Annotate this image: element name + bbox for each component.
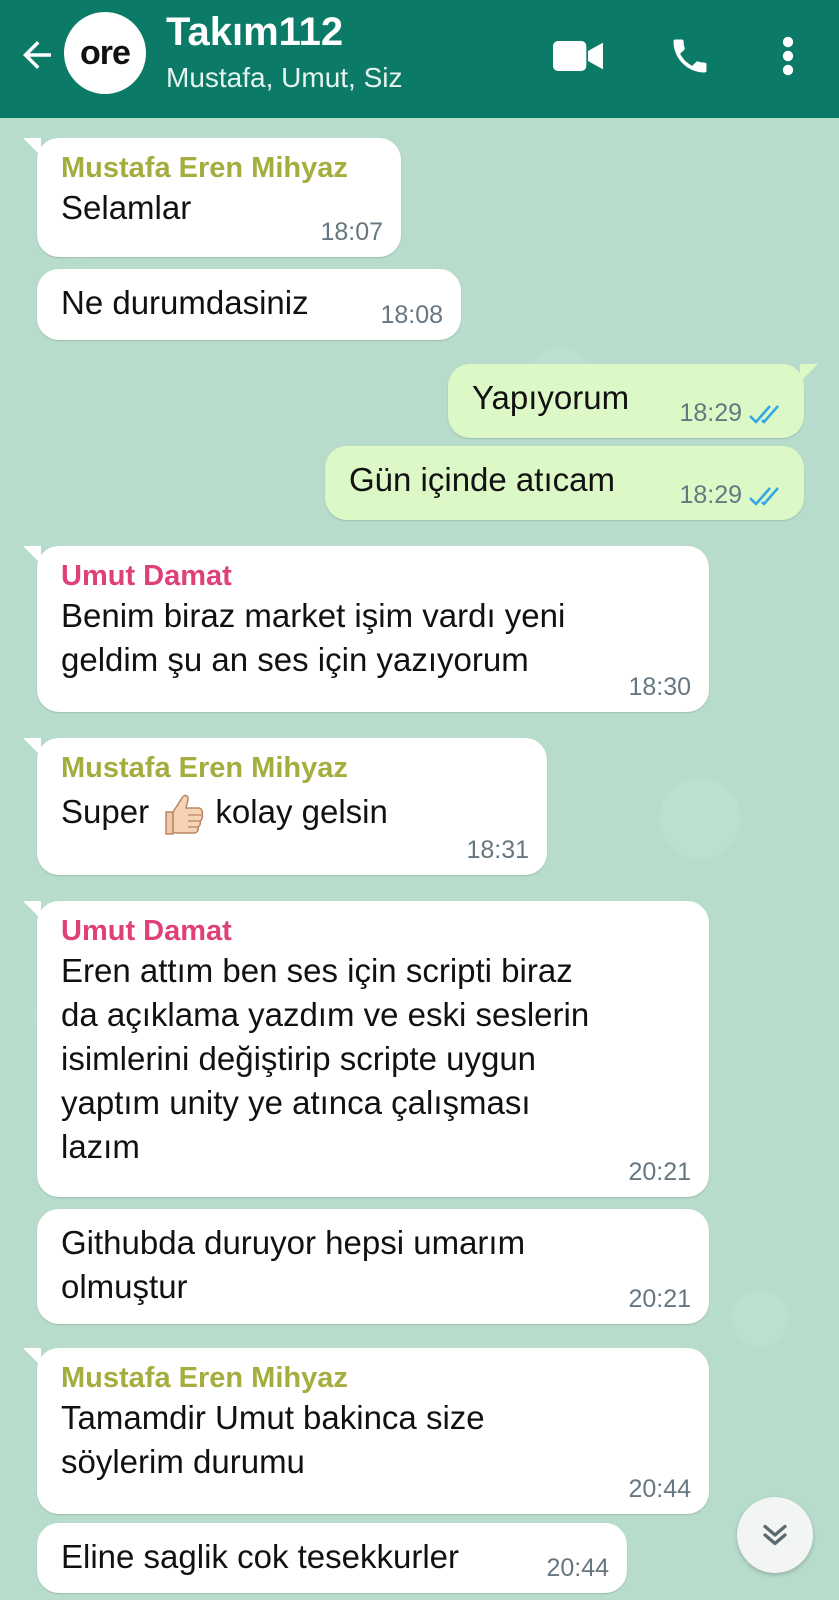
message-time: 20:21 [628, 1285, 691, 1313]
message-text-before-emoji: Super [61, 793, 150, 830]
message-time: 18:31 [466, 836, 529, 864]
message-text-line: isimlerini değiştirip scripte uygun [61, 1040, 537, 1077]
scroll-to-bottom-button[interactable] [737, 1497, 813, 1573]
chat-title[interactable]: Takım112 [166, 10, 343, 55]
message-text-line: lazım [61, 1128, 140, 1165]
double-check-icon [749, 486, 779, 506]
chat-participants[interactable]: Mustafa, Umut, Siz [166, 62, 403, 94]
message-text: Eline saglik cok tesekkurler [61, 1538, 459, 1575]
message-bubble[interactable]: Mustafa Eren Mihyaz Tamamdir Umut bakinc… [23, 1348, 709, 1514]
message-time: 20:21 [628, 1158, 691, 1186]
more-options-button[interactable] [760, 28, 816, 84]
message-time: 18:29 [679, 481, 786, 510]
sender-name: Mustafa Eren Mihyaz [61, 752, 348, 784]
sender-name: Umut Damat [61, 560, 232, 592]
message-text-line: söylerim durumu [61, 1443, 305, 1480]
double-check-icon [749, 404, 779, 424]
message-bubble[interactable]: Umut Damat Eren attım ben ses için scrip… [23, 901, 709, 1197]
more-options-icon [782, 36, 794, 76]
scroll-down-icon [763, 1524, 787, 1546]
message-text-line: Tamamdir Umut bakinca size [61, 1399, 485, 1436]
message-bubble[interactable]: Githubda duruyor hepsi umarım olmuştur 2… [37, 1209, 709, 1324]
message-text-line: da açıklama yazdım ve eski seslerin [61, 996, 590, 1033]
message-text-line: geldim şu an ses için yazıyorum [61, 641, 529, 678]
message-list[interactable]: Mustafa Eren Mihyaz Selamlar 18:07 Ne du… [0, 118, 839, 1600]
message-bubble[interactable]: Eline saglik cok tesekkurler 20:44 [37, 1523, 627, 1593]
message-bubble[interactable]: Mustafa Eren Mihyaz Super kolay gelsin 1… [23, 738, 547, 875]
sender-name: Mustafa Eren Mihyaz [61, 152, 348, 184]
video-call-icon [553, 41, 603, 71]
back-button[interactable] [12, 30, 62, 80]
message-text-after-emoji: kolay gelsin [215, 793, 388, 830]
phone-icon [673, 39, 707, 73]
message-text: Super kolay gelsin [61, 790, 523, 838]
message-time: 18:08 [380, 301, 443, 329]
message-text-line: olmuştur [61, 1268, 188, 1305]
message-text-line: yaptım unity ye atınca çalışması [61, 1084, 531, 1121]
group-avatar[interactable]: ore [64, 12, 146, 94]
message-time: 20:44 [628, 1475, 691, 1503]
thumbs-up-emoji [165, 795, 204, 836]
message-text-line: Benim biraz market işim vardı yeni [61, 597, 566, 634]
message-text-line: Eren attım ben ses için scripti biraz [61, 952, 573, 989]
sender-name: Umut Damat [61, 915, 232, 947]
message-time: 18:30 [628, 673, 691, 701]
message-time: 20:44 [546, 1554, 609, 1582]
message-bubble[interactable]: Umut Damat Benim biraz market işim vardı… [23, 546, 709, 712]
message-bubble[interactable]: Ne durumdasiniz 18:08 [37, 269, 461, 340]
avatar-text: ore [80, 33, 131, 72]
message-time: 18:29 [679, 399, 786, 428]
back-arrow-icon [23, 41, 51, 69]
message-time: 18:07 [320, 218, 383, 246]
message-text-line: Githubda duruyor hepsi umarım [61, 1224, 526, 1261]
message-bubble-outgoing[interactable]: Yapıyorum 18:29 [448, 364, 818, 438]
message-bubble-outgoing[interactable]: Gün içinde atıcam 18:29 [325, 446, 804, 520]
sender-name: Mustafa Eren Mihyaz [61, 1362, 348, 1394]
video-call-button[interactable] [550, 28, 606, 84]
chat-header: ore Takım112 Mustafa, Umut, Siz [0, 0, 839, 118]
voice-call-button[interactable] [662, 28, 718, 84]
message-bubble[interactable]: Mustafa Eren Mihyaz Selamlar 18:07 [23, 138, 401, 257]
